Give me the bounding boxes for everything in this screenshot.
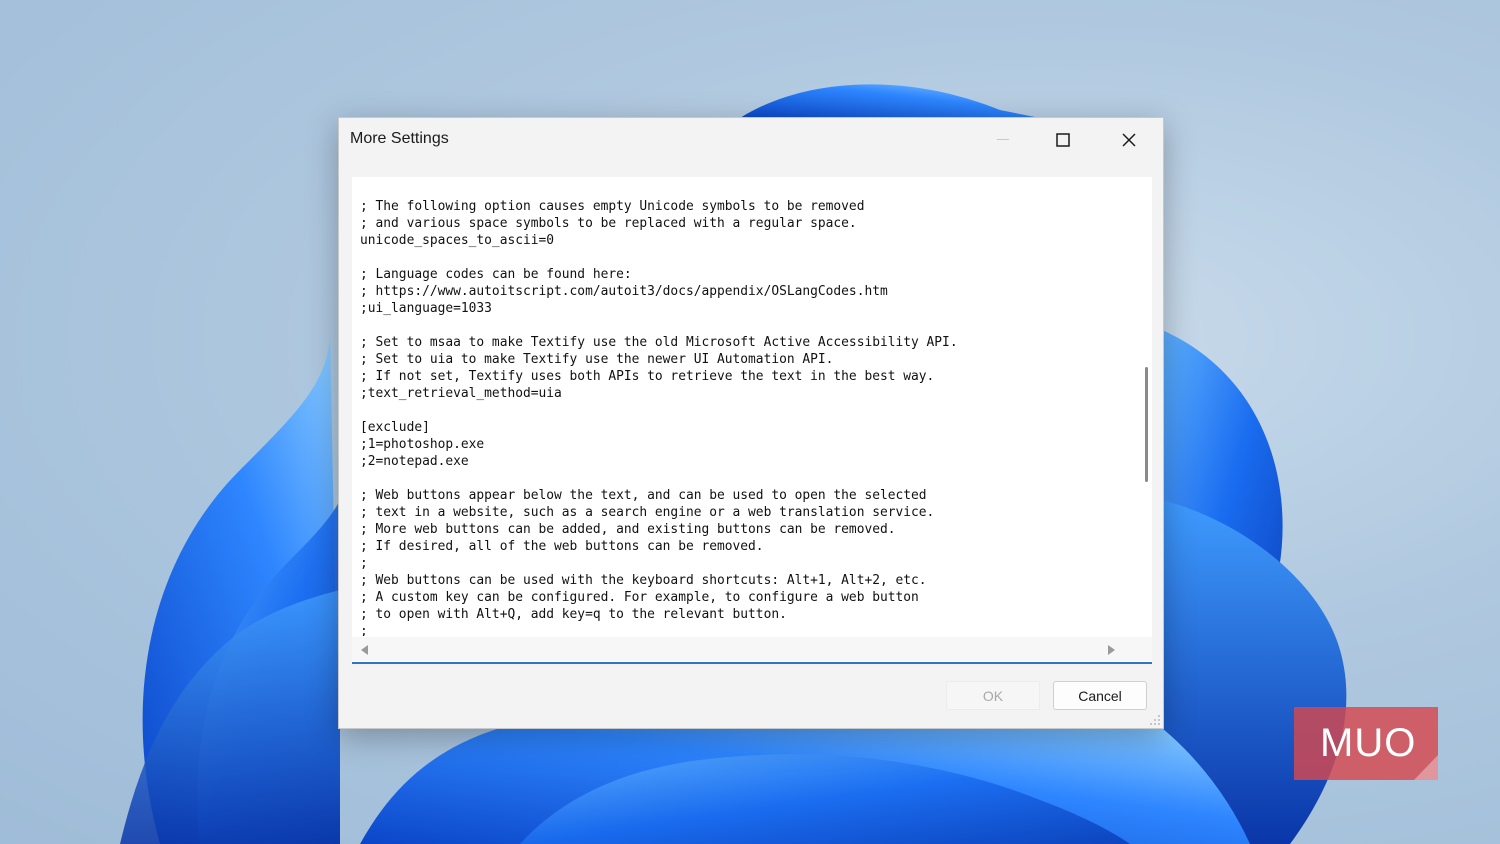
close-button[interactable] [1101,122,1157,158]
editor-line: ; [360,556,368,571]
window-title: More Settings [350,130,449,147]
editor-line: ;1=photoshop.exe [360,437,485,452]
watermark-text: MUO [1320,721,1417,765]
ok-button[interactable]: OK [946,681,1040,710]
editor-line: [exclude] [360,420,430,435]
vertical-scrollbar-thumb[interactable] [1145,367,1148,482]
editor-line: ; Set to msaa to make Textify use the ol… [360,335,958,350]
editor-line: ; Web buttons appear below the text, and… [360,488,927,503]
resize-grip-icon[interactable] [1149,714,1161,726]
editor-line: ; text in a website, such as a search en… [360,505,935,520]
editor-line: ; and various space symbols to be replac… [360,216,857,231]
horizontal-scrollbar[interactable] [352,637,1152,661]
scroll-right-arrow-icon[interactable] [1108,645,1115,655]
title-bar[interactable]: More Settings [339,118,1163,162]
muo-watermark-logo: MUO [1294,707,1438,780]
minimize-icon [997,139,1009,140]
editor-line: ; A custom key can be configured. For ex… [360,590,919,605]
editor-line: ;text_retrieval_method=uia [360,386,562,401]
editor-line: ; The following option causes empty Unic… [360,199,865,214]
editor-line: ; If not set, Textify uses both APIs to … [360,369,935,384]
close-icon [1122,133,1136,147]
editor-line: ;ui_language=1033 [360,301,492,316]
editor-line: ; Language codes can be found here: [360,267,632,282]
editor-line: ; Set to uia to make Textify use the new… [360,352,834,367]
more-settings-dialog: More Settings ; The following option cau… [338,117,1164,729]
editor-line: ; https://www.autoitscript.com/autoit3/d… [360,284,888,299]
maximize-icon [1056,133,1070,147]
scroll-left-arrow-icon[interactable] [361,645,368,655]
settings-text-editor[interactable]: ; The following option causes empty Unic… [352,177,1152,664]
editor-line: ; If desired, all of the web buttons can… [360,539,764,554]
editor-line: ; Web buttons can be used with the keybo… [360,573,927,588]
watermark-corner-shape [1414,755,1438,780]
cancel-button[interactable]: Cancel [1053,681,1147,710]
maximize-button[interactable] [1035,122,1091,158]
settings-text-content[interactable]: ; The following option causes empty Unic… [360,198,1120,636]
editor-line: ; to open with Alt+Q, add key=q to the r… [360,607,787,622]
editor-line: ; More web buttons can be added, and exi… [360,522,896,537]
editor-line: ; [360,624,368,636]
editor-line: ;2=notepad.exe [360,454,469,469]
vertical-scrollbar[interactable] [1130,177,1146,637]
minimize-button[interactable] [975,122,1031,158]
editor-line: unicode_spaces_to_ascii=0 [360,233,555,248]
